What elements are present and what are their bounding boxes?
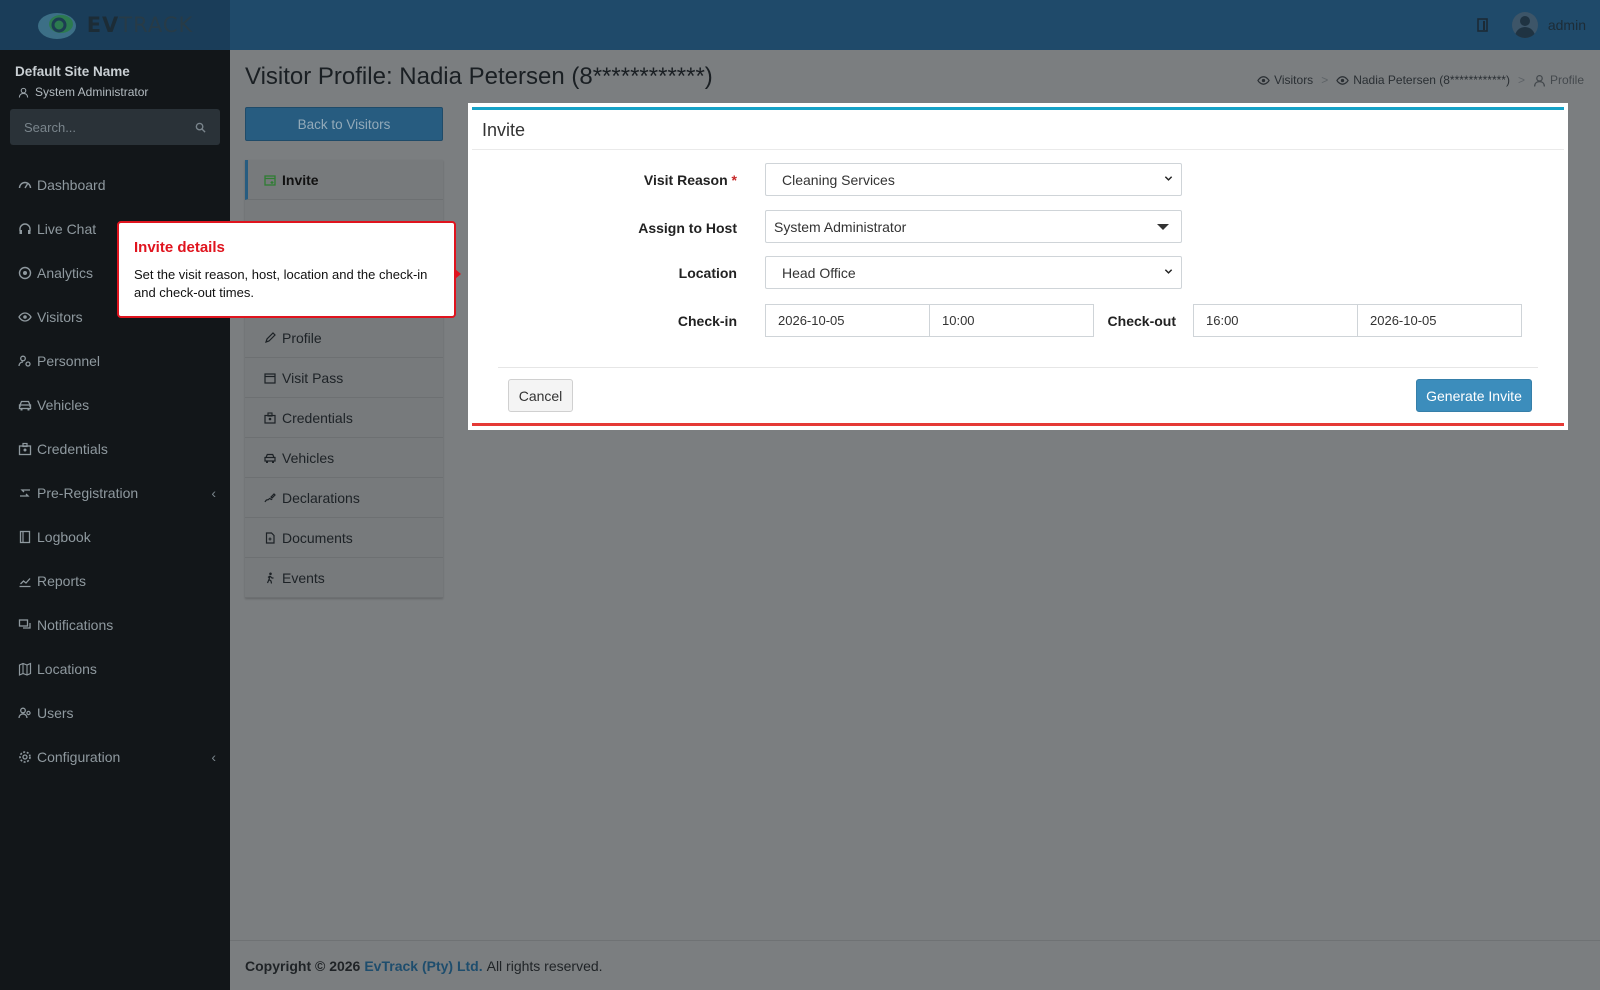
chevron-left-icon: ‹: [211, 485, 216, 501]
users-icon: [18, 707, 31, 719]
breadcrumb: Visitors > Nadia Petersen (8************…: [1257, 73, 1584, 87]
signature-icon: [264, 492, 276, 502]
sidebar-item-personnel[interactable]: Personnel: [0, 339, 230, 383]
breadcrumb-separator: >: [1517, 73, 1525, 87]
profile-menu-profile[interactable]: Profile: [245, 318, 443, 358]
location-label: Location: [678, 265, 737, 281]
chart-icon: [19, 578, 31, 588]
visit-reason-label: Visit Reason *: [643, 172, 737, 188]
breadcrumb-separator: >: [1321, 73, 1329, 87]
user-icon: [18, 87, 29, 98]
logo-area[interactable]: EVTRACK: [0, 0, 230, 50]
top-right-nav: admin: [1476, 0, 1586, 50]
walking-icon: [266, 572, 274, 584]
sidebar: Default Site Name System Administrator S…: [0, 50, 230, 990]
top-bar: EVTRACK admin: [0, 0, 1600, 50]
arrows-icon: [20, 489, 30, 497]
profile-menu-visit-pass[interactable]: Visit Pass: [245, 358, 443, 398]
site-name: Default Site Name: [15, 64, 130, 79]
sidebar-item-pre-registration[interactable]: Pre-Registration ‹: [0, 471, 230, 515]
footer-copyright: Copyright © 2026: [245, 957, 361, 974]
eye-icon: [18, 312, 32, 322]
logo-text: EVTRACK: [86, 13, 194, 37]
pencil-icon: [265, 331, 276, 343]
visit-reason-select[interactable]: Cleaning Services: [765, 163, 1182, 196]
chevron-down-icon: [1164, 176, 1173, 181]
site-user: System Administrator: [0, 79, 230, 99]
invite-card-inner: Invite Visit Reason * Cleaning Services …: [472, 107, 1564, 426]
user-gear-icon: [18, 355, 31, 367]
form-divider: [498, 367, 1538, 368]
back-to-visitors-button[interactable]: Back to Visitors: [245, 107, 443, 141]
document-icon: [265, 531, 275, 544]
generate-invite-button[interactable]: Generate Invite: [1416, 379, 1532, 412]
sidebar-item-logbook[interactable]: Logbook: [0, 515, 230, 559]
logo-mark-icon: [37, 13, 76, 39]
sidebar-item-credentials[interactable]: Credentials: [0, 427, 230, 471]
invite-details-callout: Invite details Set the visit reason, hos…: [117, 221, 461, 318]
breadcrumb-current: Profile: [1533, 73, 1584, 87]
checkout-label: Check-out: [1107, 313, 1176, 329]
footer-company-link[interactable]: EvTrack (Pty) Ltd.: [364, 958, 482, 974]
sidebar-item-reports[interactable]: Reports: [0, 559, 230, 603]
checkout-date-input[interactable]: 2026-10-05: [1357, 304, 1522, 337]
profile-menu-invite[interactable]: Invite: [245, 160, 443, 200]
invite-card-title: Invite: [472, 110, 1564, 150]
eye-icon: [1336, 75, 1349, 85]
sidebar-item-users[interactable]: Users: [0, 691, 230, 735]
page-title: Visitor Profile: Nadia Petersen (8******…: [245, 63, 713, 90]
assign-host-select[interactable]: System Administrator: [765, 210, 1182, 243]
main-content: Visitor Profile: Nadia Petersen (8******…: [230, 50, 1600, 940]
breadcrumb-visitor[interactable]: Nadia Petersen (8************): [1336, 73, 1510, 87]
gear-icon: [19, 751, 31, 763]
profile-menu-events[interactable]: Events: [245, 558, 443, 598]
breadcrumb-visitors[interactable]: Visitors: [1257, 73, 1313, 87]
location-select[interactable]: Head Office: [765, 256, 1182, 289]
invite-card: Invite Visit Reason * Cleaning Services …: [468, 103, 1568, 430]
user-name[interactable]: admin: [1548, 17, 1586, 33]
profile-menu-vehicles[interactable]: Vehicles: [245, 438, 443, 478]
profile-menu-credentials[interactable]: Credentials: [245, 398, 443, 438]
map-icon: [18, 662, 32, 676]
sidebar-item-dashboard[interactable]: Dashboard: [0, 163, 230, 207]
profile-menu-documents[interactable]: Documents: [245, 518, 443, 558]
checkin-label: Check-in: [677, 313, 737, 329]
search-icon[interactable]: [195, 122, 206, 133]
callout-title: Invite details: [134, 239, 225, 256]
eye-icon: [1257, 75, 1270, 85]
caret-down-icon: [1157, 224, 1169, 230]
headset-icon: [19, 223, 31, 234]
calendar-icon: [264, 372, 276, 384]
chevron-down-icon: [1164, 269, 1173, 274]
checkin-date-input[interactable]: 2026-10-05: [765, 304, 930, 337]
id-badge-icon: [18, 442, 32, 456]
cancel-button[interactable]: Cancel: [508, 379, 573, 412]
id-badge-icon: [264, 411, 276, 424]
dashboard-icon: [18, 181, 32, 189]
target-icon: [18, 266, 32, 280]
callout-body: Set the visit reason, host, location and…: [134, 267, 428, 300]
sidebar-item-vehicles[interactable]: Vehicles: [0, 383, 230, 427]
user-icon: [1533, 74, 1546, 87]
sidebar-item-locations[interactable]: Locations: [0, 647, 230, 691]
host-label: Assign to Host: [638, 220, 737, 236]
avatar[interactable]: [1511, 12, 1538, 38]
sidebar-search-input[interactable]: Search...: [10, 109, 220, 145]
door-icon[interactable]: [1476, 18, 1490, 32]
checkout-time-input[interactable]: 16:00: [1193, 304, 1358, 337]
book-icon: [19, 530, 31, 544]
car-icon: [18, 400, 32, 411]
app-logo: EVTRACK: [37, 9, 194, 41]
footer-rights: All rights reserved.: [486, 957, 603, 974]
car-icon: [264, 453, 276, 463]
footer: Copyright © 2026 EvTrack (Pty) Ltd. All …: [230, 940, 1600, 990]
calendar-plus-icon: [264, 174, 276, 186]
chevron-left-icon: ‹: [211, 749, 216, 765]
callout-arrow: [455, 269, 461, 279]
profile-menu-declarations[interactable]: Declarations: [245, 478, 443, 518]
sidebar-item-configuration[interactable]: Configuration ‹: [0, 735, 230, 779]
chat-icon: [18, 619, 31, 629]
sidebar-item-notifications[interactable]: Notifications: [0, 603, 230, 647]
